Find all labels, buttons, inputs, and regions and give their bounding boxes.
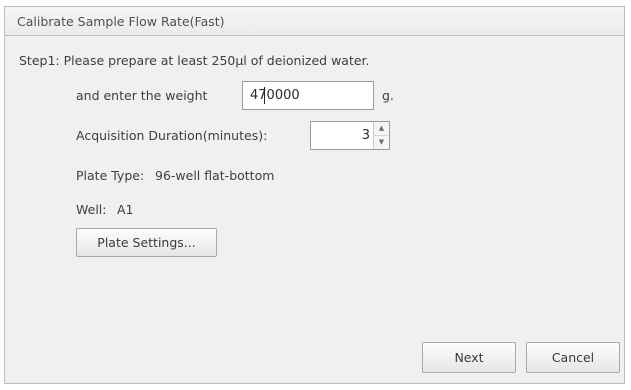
spinner-up-icon[interactable]: ▲ xyxy=(374,122,389,136)
weight-unit: g. xyxy=(382,88,394,103)
acquisition-duration-value: 3 xyxy=(361,128,370,143)
next-button[interactable]: Next xyxy=(422,342,516,373)
text-cursor xyxy=(264,87,265,104)
well-value: A1 xyxy=(117,202,134,217)
step1-instruction: Step1: Please prepare at least 250μl of … xyxy=(19,53,370,68)
plate-settings-button[interactable]: Plate Settings... xyxy=(76,228,217,257)
plate-type-value: 96-well flat-bottom xyxy=(155,168,275,183)
well-label: Well: xyxy=(76,202,107,217)
dialog-title: Calibrate Sample Flow Rate(Fast) xyxy=(17,14,225,29)
acquisition-duration-label: Acquisition Duration(minutes): xyxy=(76,128,268,143)
calibrate-flow-rate-dialog: Calibrate Sample Flow Rate(Fast) Step1: … xyxy=(0,0,631,390)
spinner-buttons: ▲ ▼ xyxy=(373,122,389,149)
weight-label: and enter the weight xyxy=(76,88,208,103)
plate-type-label: Plate Type: xyxy=(76,168,145,183)
spinner-down-icon[interactable]: ▼ xyxy=(374,136,389,149)
cancel-button[interactable]: Cancel xyxy=(526,342,620,373)
acquisition-duration-spinner[interactable]: 3 ▲ ▼ xyxy=(310,121,390,150)
weight-input-value: 470000 xyxy=(250,88,300,103)
dialog-titlebar: Calibrate Sample Flow Rate(Fast) xyxy=(4,6,625,36)
dialog-body: Step1: Please prepare at least 250μl of … xyxy=(4,36,625,384)
weight-input[interactable]: 470000 xyxy=(242,81,374,110)
